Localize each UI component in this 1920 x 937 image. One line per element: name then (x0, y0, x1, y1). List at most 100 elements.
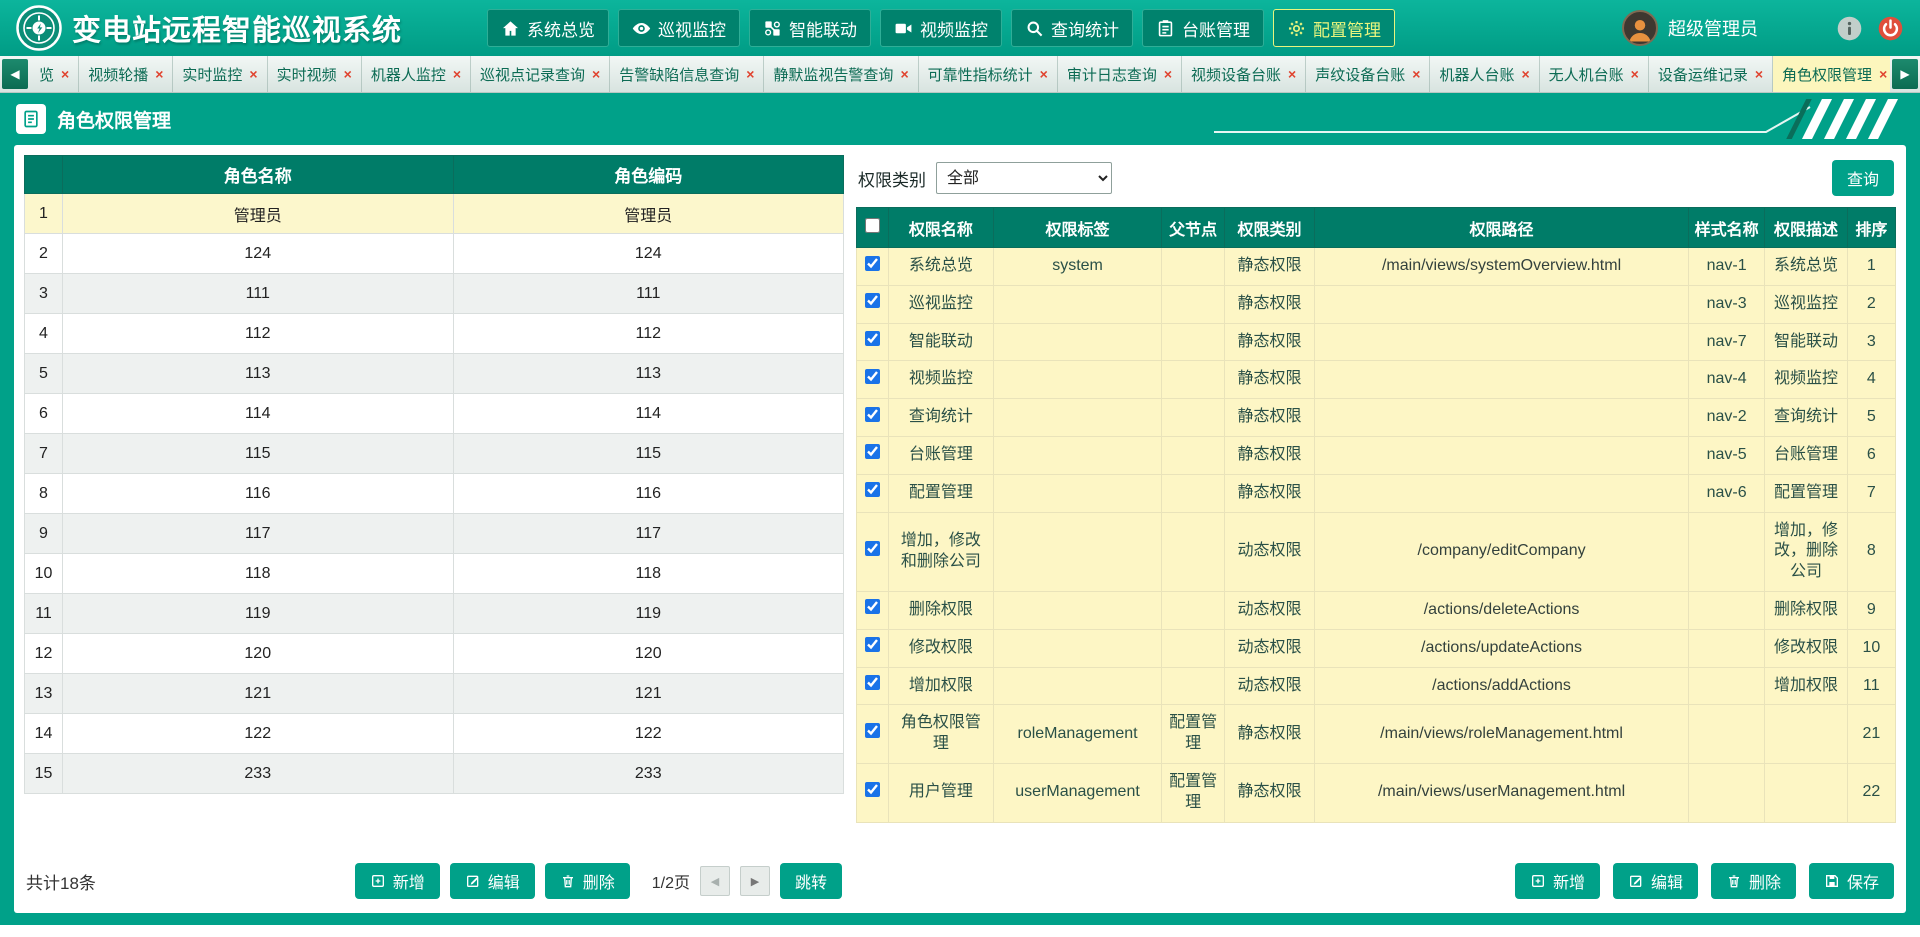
tab-close-icon[interactable]: × (1631, 67, 1639, 81)
tab-scroll-left-icon[interactable]: ◀ (2, 59, 28, 89)
tab-item[interactable]: 视频轮播× (79, 56, 173, 92)
tab-close-icon[interactable]: × (249, 67, 257, 81)
prev-page-button[interactable]: ◀ (700, 866, 730, 896)
nav-button-eye[interactable]: 巡视监控 (618, 9, 740, 47)
role-code: 114 (453, 394, 844, 434)
perm-save-button[interactable]: 保存 (1809, 863, 1894, 899)
role-row[interactable]: 15233233 (25, 754, 844, 794)
row-checkbox[interactable] (865, 256, 880, 271)
select-all-checkbox[interactable] (865, 218, 880, 233)
nav-button-video[interactable]: 视频监控 (880, 9, 1002, 47)
role-row[interactable]: 9117117 (25, 514, 844, 554)
tab-close-icon[interactable]: × (1040, 67, 1048, 81)
perm-edit-button[interactable]: 编辑 (1613, 863, 1698, 899)
next-page-button[interactable]: ▶ (740, 866, 770, 896)
tab-close-icon[interactable]: × (1879, 67, 1887, 81)
tab-item[interactable]: 无人机台账× (1540, 56, 1649, 92)
perm-row[interactable]: 配置管理静态权限nav-6配置管理7 (857, 474, 1896, 512)
tab-close-icon[interactable]: × (1164, 67, 1172, 81)
tab-label: 静默监视告警查询 (773, 64, 893, 85)
row-checkbox[interactable] (865, 369, 880, 384)
role-row[interactable]: 11119119 (25, 594, 844, 634)
row-checkbox[interactable] (865, 541, 880, 556)
tab-item[interactable]: 声纹设备台账× (1306, 56, 1430, 92)
row-checkbox[interactable] (865, 331, 880, 346)
tab-close-icon[interactable]: × (1755, 67, 1763, 81)
perm-add-button[interactable]: 新增 (1515, 863, 1600, 899)
perm-row[interactable]: 查询统计静态权限nav-2查询统计5 (857, 399, 1896, 437)
tab-close-icon[interactable]: × (61, 67, 69, 81)
role-edit-button[interactable]: 编辑 (450, 863, 535, 899)
perm-row[interactable]: 视频监控静态权限nav-4视频监控4 (857, 361, 1896, 399)
perm-row[interactable]: 巡视监控静态权限nav-3巡视监控2 (857, 285, 1896, 323)
info-icon[interactable] (1836, 15, 1863, 42)
perm-row[interactable]: 增加，修改和删除公司动态权限/company/editCompany增加，修改，… (857, 512, 1896, 591)
row-checkbox[interactable] (865, 599, 880, 614)
tab-item[interactable]: 告警缺陷信息查询× (610, 56, 764, 92)
tab-close-icon[interactable]: × (1288, 67, 1296, 81)
role-row[interactable]: 13121121 (25, 674, 844, 714)
row-checkbox[interactable] (865, 293, 880, 308)
role-row[interactable]: 4112112 (25, 314, 844, 354)
row-checkbox[interactable] (865, 782, 880, 797)
power-icon[interactable] (1877, 15, 1904, 42)
tab-item[interactable]: 设备运维记录× (1649, 56, 1773, 92)
row-checkbox[interactable] (865, 407, 880, 422)
tab-close-icon[interactable]: × (453, 67, 461, 81)
tab-close-icon[interactable]: × (592, 67, 600, 81)
row-checkbox[interactable] (865, 675, 880, 690)
tab-item[interactable]: 视频设备台账× (1182, 56, 1306, 92)
tab-item[interactable]: 实时监控× (173, 56, 267, 92)
tab-close-icon[interactable]: × (900, 67, 908, 81)
role-row[interactable]: 3111111 (25, 274, 844, 314)
tab-close-icon[interactable]: × (155, 67, 163, 81)
role-delete-button[interactable]: 删除 (545, 863, 630, 899)
perm-row[interactable]: 系统总览system静态权限/main/views/systemOverview… (857, 248, 1896, 286)
nav-button-search[interactable]: 查询统计 (1011, 9, 1133, 47)
role-add-button[interactable]: 新增 (355, 863, 440, 899)
role-row[interactable]: 14122122 (25, 714, 844, 754)
tab-item[interactable]: 静默监视告警查询 × (764, 56, 918, 92)
row-checkbox[interactable] (865, 482, 880, 497)
tab-item[interactable]: 实时视频× (268, 56, 362, 92)
perm-row[interactable]: 角色权限管理roleManagement配置管理静态权限/main/views/… (857, 705, 1896, 764)
role-row[interactable]: 2124124 (25, 234, 844, 274)
tab-item[interactable]: 机器人监控× (362, 56, 471, 92)
role-row[interactable]: 1管理员管理员 (25, 194, 844, 234)
role-row[interactable]: 12120120 (25, 634, 844, 674)
role-row[interactable]: 5113113 (25, 354, 844, 394)
tab-item[interactable]: 机器人台账× (1430, 56, 1539, 92)
role-row[interactable]: 8116116 (25, 474, 844, 514)
tab-item[interactable]: 览× (30, 56, 79, 92)
tab-close-icon[interactable]: × (1521, 67, 1529, 81)
tab-close-icon[interactable]: × (344, 67, 352, 81)
perm-row[interactable]: 增加权限动态权限/actions/addActions增加权限11 (857, 667, 1896, 705)
tab-item[interactable]: 角色权限管理× (1773, 56, 1890, 92)
perm-row[interactable]: 台账管理静态权限nav-5台账管理6 (857, 436, 1896, 474)
perm-delete-button[interactable]: 删除 (1711, 863, 1796, 899)
query-button[interactable]: 查询 (1832, 160, 1894, 196)
perm-row[interactable]: 删除权限动态权限/actions/deleteActions删除权限9 (857, 591, 1896, 629)
row-checkbox[interactable] (865, 723, 880, 738)
nav-button-ledger[interactable]: 台账管理 (1142, 9, 1264, 47)
nav-button-link[interactable]: 智能联动 (749, 9, 871, 47)
nav-button-gear[interactable]: 配置管理 (1273, 9, 1395, 47)
nav-button-home[interactable]: 系统总览 (487, 9, 609, 47)
avatar[interactable] (1622, 10, 1658, 46)
permission-type-select[interactable]: 全部 (936, 162, 1112, 194)
jump-page-button[interactable]: 跳转 (780, 863, 842, 899)
perm-row[interactable]: 修改权限动态权限/actions/updateActions修改权限10 (857, 629, 1896, 667)
tab-scroll-right-icon[interactable]: ▶ (1892, 59, 1918, 89)
role-row[interactable]: 7115115 (25, 434, 844, 474)
row-checkbox[interactable] (865, 444, 880, 459)
row-checkbox[interactable] (865, 637, 880, 652)
perm-row[interactable]: 用户管理userManagement配置管理静态权限/main/views/us… (857, 763, 1896, 822)
role-row[interactable]: 10118118 (25, 554, 844, 594)
tab-item[interactable]: 审计日志查询× (1058, 56, 1182, 92)
tab-close-icon[interactable]: × (1412, 67, 1420, 81)
tab-item[interactable]: 可靠性指标统计× (919, 56, 1058, 92)
tab-item[interactable]: 巡视点记录查询× (471, 56, 610, 92)
role-row[interactable]: 6114114 (25, 394, 844, 434)
perm-row[interactable]: 智能联动静态权限nav-7智能联动3 (857, 323, 1896, 361)
tab-close-icon[interactable]: × (746, 67, 754, 81)
